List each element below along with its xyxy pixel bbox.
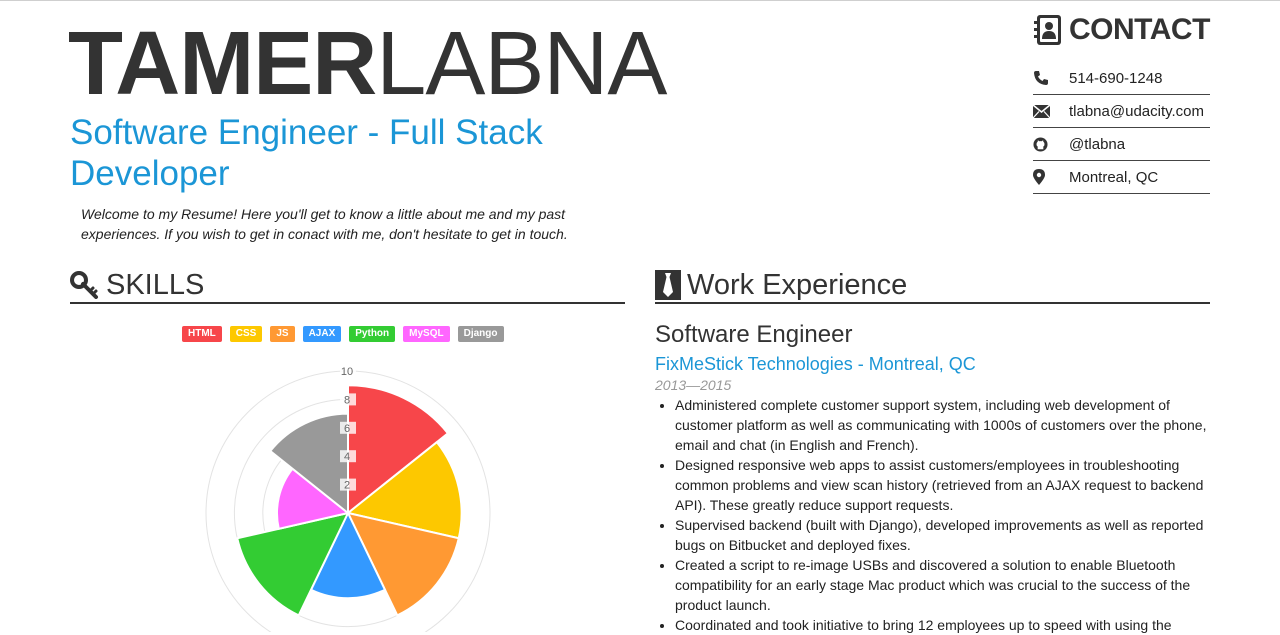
skills-heading: SKILLS: [70, 268, 625, 304]
email-link[interactable]: tlabna@udacity.com: [1069, 103, 1204, 120]
legend-python: Python: [349, 326, 396, 342]
contact-list: 514-690-1248 tlabna@udacity.com @tlabna …: [1033, 62, 1210, 194]
map-marker-icon: [1033, 169, 1069, 185]
tick-label: 6: [344, 423, 350, 435]
phone-text[interactable]: 514-690-1248: [1069, 70, 1162, 87]
job-description-list: Administered complete customer support s…: [655, 395, 1215, 635]
tick-label: 8: [344, 394, 350, 406]
skills-polar-chart: 2 4 6 8 10: [205, 365, 491, 632]
tick-label: 4: [344, 451, 350, 463]
list-item: Designed responsive web apps to assist c…: [675, 455, 1215, 515]
list-item: Created a script to re-image USBs and di…: [675, 555, 1215, 615]
role-title: Software Engineer - Full Stack Developer: [70, 113, 543, 193]
skills-title: SKILLS: [106, 268, 205, 301]
job-dates: 2013—2015: [655, 377, 732, 393]
name-heading: TAMERLABNA: [68, 14, 667, 114]
top-border: [0, 0, 1280, 1]
github-icon: [1033, 136, 1069, 152]
contact-github: @tlabna: [1033, 128, 1210, 161]
job-entry: Software Engineer FixMeStick Technologie…: [655, 320, 1215, 635]
first-name: TAMER: [68, 14, 377, 114]
tie-icon: [655, 270, 681, 300]
legend-django: Django: [457, 326, 504, 342]
welcome-message: Welcome to my Resume! Here you'll get to…: [81, 206, 568, 242]
list-item: Coordinated and took initiative to bring…: [675, 615, 1215, 635]
github-link[interactable]: @tlabna: [1069, 136, 1125, 153]
contact-title: CONTACT: [1069, 13, 1210, 46]
job-company-link[interactable]: FixMeStick Technologies - Montreal, QC: [655, 351, 1215, 377]
contact-location: Montreal, QC: [1033, 161, 1210, 194]
list-item: Administered complete customer support s…: [675, 395, 1215, 455]
envelope-icon: [1033, 104, 1069, 118]
contact-panel: CONTACT 514-690-1248 tlabna@udacity.com …: [1033, 10, 1210, 194]
work-title: Work Experience: [687, 268, 908, 301]
location-text: Montreal, QC: [1069, 168, 1159, 186]
list-item: Supervised backend (built with Django), …: [675, 515, 1215, 555]
address-book-icon: [1034, 15, 1061, 45]
tick-label: 2: [344, 480, 350, 492]
phone-icon: [1033, 70, 1069, 86]
contact-heading: CONTACT: [1033, 10, 1210, 50]
tick-label: 10: [341, 366, 353, 378]
work-heading: Work Experience: [655, 268, 1210, 304]
skills-legend: HTML CSS JS AJAX Python MySQL Django: [182, 326, 504, 342]
legend-html: HTML: [182, 326, 222, 342]
legend-css: CSS: [229, 326, 263, 342]
key-icon: [70, 271, 98, 299]
legend-js: JS: [270, 326, 295, 342]
job-title: Software Engineer: [655, 321, 853, 348]
last-name: LABNA: [376, 14, 667, 114]
legend-mysql: MySQL: [403, 326, 450, 342]
contact-phone: 514-690-1248: [1033, 62, 1210, 95]
legend-ajax: AJAX: [302, 326, 342, 342]
contact-email: tlabna@udacity.com: [1033, 95, 1210, 128]
